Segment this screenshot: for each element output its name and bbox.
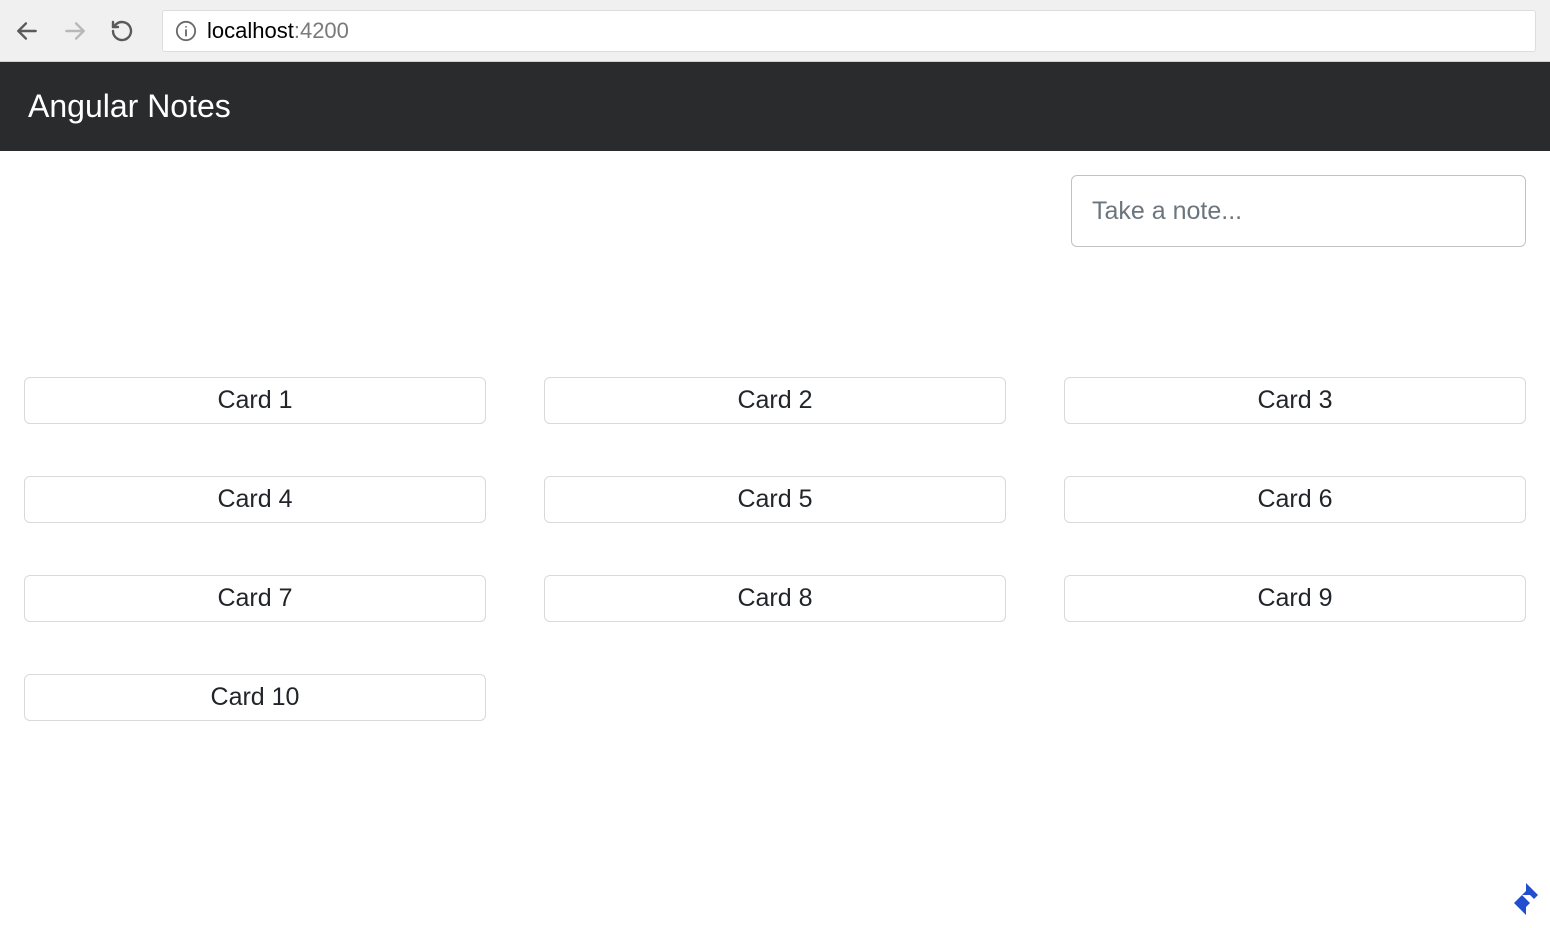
app-header: Angular Notes — [0, 62, 1550, 151]
note-card[interactable]: Card 3 — [1064, 377, 1526, 424]
reload-icon[interactable] — [110, 19, 134, 43]
note-card[interactable]: Card 9 — [1064, 575, 1526, 622]
url-text: localhost:4200 — [207, 18, 349, 44]
note-input-row — [24, 175, 1526, 247]
main-content: Card 1 Card 2 Card 3 Card 4 Card 5 Card … — [0, 151, 1550, 745]
card-label: Card 6 — [1257, 485, 1332, 513]
card-label: Card 8 — [737, 584, 812, 612]
toptal-logo-icon — [1508, 881, 1544, 922]
card-label: Card 10 — [211, 683, 300, 711]
card-label: Card 3 — [1257, 386, 1332, 414]
card-label: Card 4 — [217, 485, 292, 513]
browser-toolbar: localhost:4200 — [0, 0, 1550, 62]
note-card[interactable]: Card 6 — [1064, 476, 1526, 523]
back-icon[interactable] — [14, 18, 40, 44]
address-bar[interactable]: localhost:4200 — [162, 10, 1536, 52]
note-card[interactable]: Card 1 — [24, 377, 486, 424]
note-card[interactable]: Card 5 — [544, 476, 1006, 523]
card-grid: Card 1 Card 2 Card 3 Card 4 Card 5 Card … — [24, 377, 1526, 721]
note-card[interactable]: Card 8 — [544, 575, 1006, 622]
note-card[interactable]: Card 2 — [544, 377, 1006, 424]
note-card[interactable]: Card 4 — [24, 476, 486, 523]
nav-controls — [14, 18, 134, 44]
note-card[interactable]: Card 10 — [24, 674, 486, 721]
card-label: Card 5 — [737, 485, 812, 513]
url-host: localhost — [207, 18, 294, 43]
note-card[interactable]: Card 7 — [24, 575, 486, 622]
card-label: Card 7 — [217, 584, 292, 612]
page-title: Angular Notes — [28, 88, 1522, 125]
url-port: :4200 — [294, 18, 349, 43]
note-input[interactable] — [1071, 175, 1526, 247]
info-icon[interactable] — [175, 20, 197, 42]
card-label: Card 1 — [217, 386, 292, 414]
card-label: Card 9 — [1257, 584, 1332, 612]
card-label: Card 2 — [737, 386, 812, 414]
forward-icon[interactable] — [62, 18, 88, 44]
